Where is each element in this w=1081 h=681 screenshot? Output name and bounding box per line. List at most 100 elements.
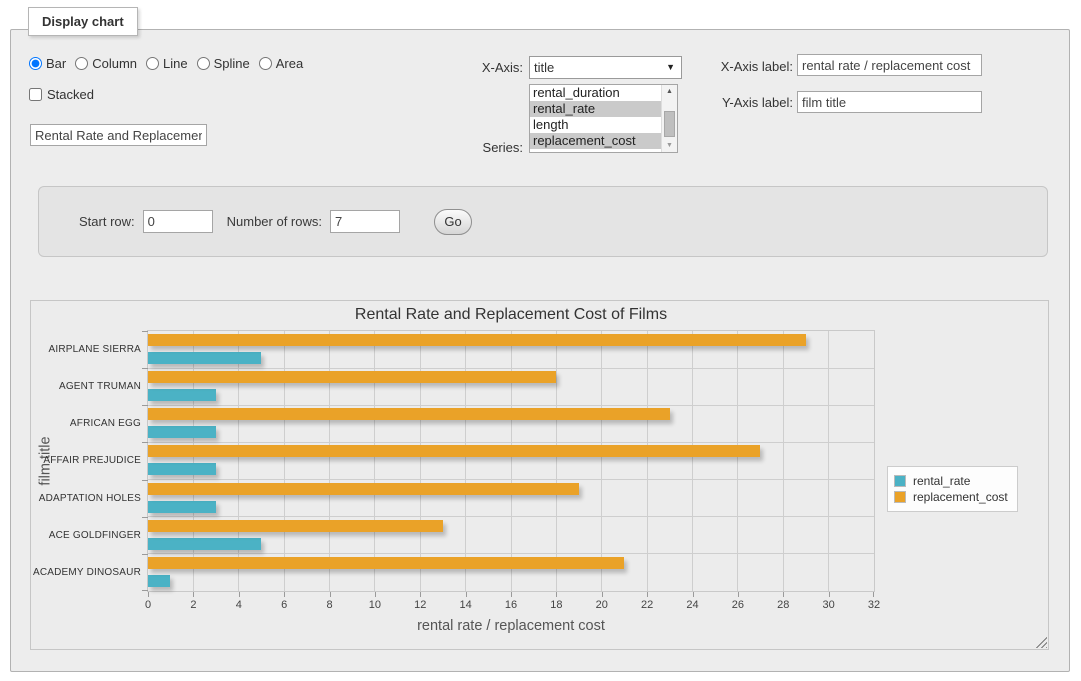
chart-type-radio-column[interactable] xyxy=(75,57,88,70)
gridline xyxy=(284,331,285,591)
x-tick-label: 18 xyxy=(541,599,571,611)
bar-replacement_cost xyxy=(148,371,556,383)
gridline xyxy=(692,331,693,591)
bar-rental_rate xyxy=(148,501,216,513)
row-controls-box: Start row: Number of rows: Go xyxy=(38,186,1048,257)
yaxis-label-field-label: Y-Axis label: xyxy=(609,95,793,110)
chart-type-label: Area xyxy=(276,56,303,71)
stacked-checkbox-row[interactable]: Stacked xyxy=(29,87,94,102)
gridline xyxy=(329,331,330,591)
x-tick-mark xyxy=(602,592,603,597)
gridline xyxy=(148,516,874,517)
x-tick-mark xyxy=(375,592,376,597)
scrollbar-thumb[interactable] xyxy=(664,111,675,137)
category-label: AFRICAN EGG xyxy=(36,405,141,442)
chart-type-radio-area[interactable] xyxy=(259,57,272,70)
gridline xyxy=(556,331,557,591)
x-tick-mark xyxy=(556,592,557,597)
x-tick-label: 14 xyxy=(451,599,481,611)
gridline xyxy=(148,479,874,480)
bar-replacement_cost xyxy=(148,408,670,420)
chart-title-input[interactable] xyxy=(30,124,207,146)
x-tick-mark xyxy=(738,592,739,597)
x-tick-mark xyxy=(873,592,874,597)
gridline xyxy=(737,331,738,591)
num-rows-input[interactable] xyxy=(330,210,400,233)
x-tick-label: 32 xyxy=(859,599,889,611)
start-row-input[interactable] xyxy=(143,210,213,233)
bar-replacement_cost xyxy=(148,557,624,569)
panel-legend: Display chart xyxy=(28,7,138,36)
y-tick-mark xyxy=(142,590,148,591)
gridline xyxy=(828,331,829,591)
gridline xyxy=(374,331,375,591)
gridline xyxy=(601,331,602,591)
x-tick-label: 24 xyxy=(678,599,708,611)
x-tick-mark xyxy=(330,592,331,597)
yaxis-label-input[interactable] xyxy=(797,91,982,113)
x-tick-label: 0 xyxy=(133,599,163,611)
y-tick-mark xyxy=(142,517,148,518)
chart-type-radio-spline[interactable] xyxy=(197,57,210,70)
y-tick-mark xyxy=(142,368,148,369)
gridline xyxy=(647,331,648,591)
x-tick-mark xyxy=(829,592,830,597)
bar-rental_rate xyxy=(148,426,216,438)
series-option-replacement_cost[interactable]: replacement_cost xyxy=(530,133,677,149)
y-tick-mark xyxy=(142,405,148,406)
x-tick-label: 20 xyxy=(587,599,617,611)
bar-replacement_cost xyxy=(148,445,760,457)
chart-type-label: Column xyxy=(92,56,137,71)
category-label: ACE GOLDFINGER xyxy=(36,517,141,554)
resize-handle[interactable] xyxy=(1035,636,1047,648)
stacked-checkbox[interactable] xyxy=(29,88,42,101)
gridline xyxy=(511,331,512,591)
chart-type-label: Spline xyxy=(214,56,250,71)
stacked-label: Stacked xyxy=(47,87,94,102)
legend-label: replacement_cost xyxy=(913,490,1008,504)
legend-swatch xyxy=(894,475,906,487)
gridline xyxy=(148,442,874,443)
x-tick-mark xyxy=(511,592,512,597)
gridline xyxy=(783,331,784,591)
xaxis-label-field-label: X-Axis label: xyxy=(609,59,793,74)
chart-type-bar[interactable]: Bar xyxy=(29,56,66,71)
x-tick-mark xyxy=(783,592,784,597)
display-chart-panel: Display chart BarColumnLineSplineArea St… xyxy=(10,29,1070,672)
chart-title: Rental Rate and Replacement Cost of Film… xyxy=(147,306,875,324)
chart-type-group: Bar Column Line Spline Area xyxy=(29,56,312,71)
chart-type-label: Bar xyxy=(46,56,66,71)
legend-item: rental_rate xyxy=(894,474,1008,488)
chart-type-radio-bar[interactable] xyxy=(29,57,42,70)
legend-swatch xyxy=(894,491,906,503)
series-option-length[interactable]: length xyxy=(530,117,677,133)
xaxis-label-input[interactable] xyxy=(797,54,982,76)
chart-type-area[interactable]: Area xyxy=(259,56,303,71)
scrollbar-down-icon[interactable]: ▼ xyxy=(662,139,677,152)
x-tick-mark xyxy=(239,592,240,597)
x-tick-mark xyxy=(466,592,467,597)
legend-item: replacement_cost xyxy=(894,490,1008,504)
gridline xyxy=(465,331,466,591)
y-tick-mark xyxy=(142,480,148,481)
chart-type-line[interactable]: Line xyxy=(146,56,188,71)
category-label: AFFAIR PREJUDICE xyxy=(36,442,141,479)
series-list-label: Series: xyxy=(413,140,523,155)
y-tick-mark xyxy=(142,442,148,443)
gridline xyxy=(148,553,874,554)
chart-xlabel: rental rate / replacement cost xyxy=(148,618,874,634)
x-tick-label: 28 xyxy=(768,599,798,611)
bar-rental_rate xyxy=(148,463,216,475)
x-tick-label: 22 xyxy=(632,599,662,611)
chart-type-spline[interactable]: Spline xyxy=(197,56,250,71)
x-tick-label: 2 xyxy=(178,599,208,611)
bar-rental_rate xyxy=(148,575,170,587)
chart-legend: rental_rate replacement_cost xyxy=(887,466,1018,512)
gridline xyxy=(148,368,874,369)
chart-type-radio-line[interactable] xyxy=(146,57,159,70)
x-tick-label: 6 xyxy=(269,599,299,611)
x-tick-label: 30 xyxy=(814,599,844,611)
bar-rental_rate xyxy=(148,538,261,550)
chart-type-column[interactable]: Column xyxy=(75,56,137,71)
go-button[interactable]: Go xyxy=(434,209,472,235)
